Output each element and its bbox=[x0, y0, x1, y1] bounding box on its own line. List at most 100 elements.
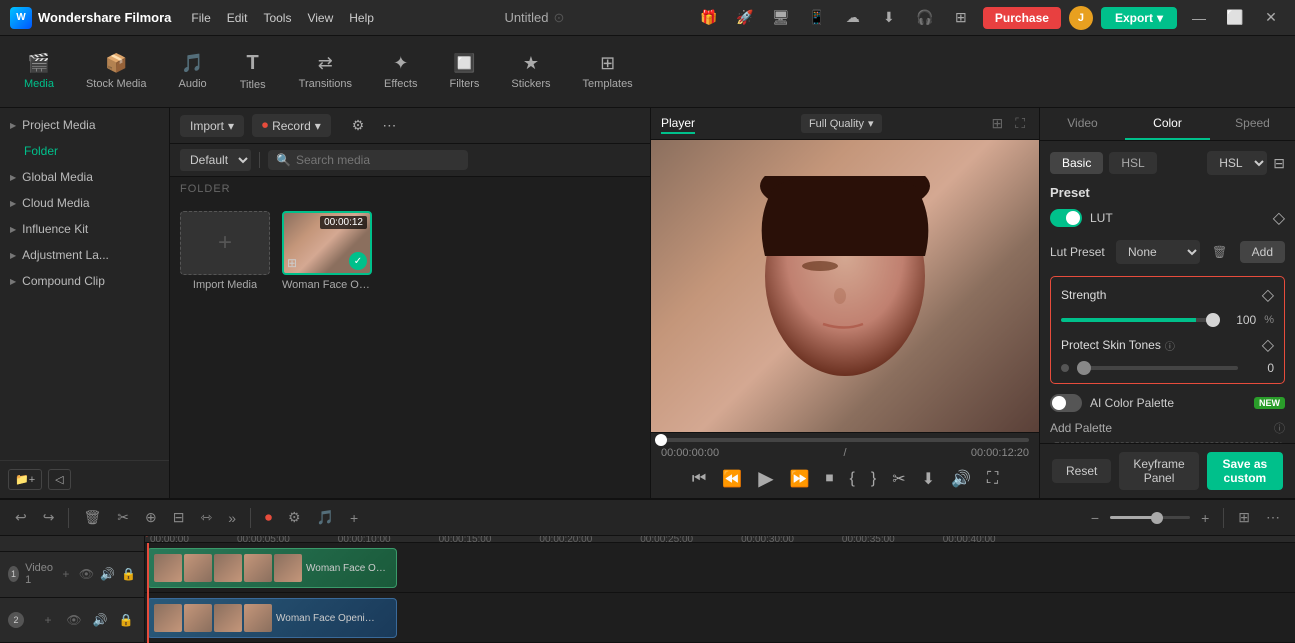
delete-button[interactable]: 🗑 bbox=[78, 506, 106, 529]
add-track-button[interactable]: + bbox=[345, 507, 363, 529]
zoom-in-button[interactable]: + bbox=[1196, 507, 1214, 529]
list-item[interactable]: 00:00:12 ⊞ ✓ Woman Face Opening... bbox=[282, 211, 372, 291]
redo-button[interactable]: ↪ bbox=[38, 506, 60, 529]
grid-icon[interactable]: ⊞ bbox=[947, 4, 975, 32]
sidebar-item-project-media[interactable]: ▶ Project Media bbox=[0, 112, 169, 138]
more-options-icon[interactable]: ⋯ bbox=[377, 115, 401, 136]
track-lock-button-1[interactable]: 🔒 bbox=[121, 564, 136, 584]
lut-toggle[interactable] bbox=[1050, 209, 1082, 227]
gift-icon[interactable]: 🎁 bbox=[695, 4, 723, 32]
track-eye-button-1[interactable]: 👁 bbox=[79, 564, 94, 584]
tool-stickers[interactable]: ★ Stickers bbox=[497, 47, 564, 96]
layout-button[interactable]: ⊞ bbox=[1233, 506, 1255, 529]
rocket-icon[interactable]: 🚀 bbox=[731, 4, 759, 32]
video-clip-2[interactable]: Woman Face Opening Eyes Girl - Stock Vi.… bbox=[147, 598, 397, 638]
maximize-button[interactable]: ⬜ bbox=[1221, 4, 1249, 32]
tool-filters[interactable]: 🔲 Filters bbox=[435, 47, 493, 96]
filter-icon[interactable]: ⚙ bbox=[347, 115, 370, 136]
expand-button[interactable]: ⛶ bbox=[983, 468, 1002, 490]
tab-color[interactable]: Color bbox=[1125, 108, 1210, 140]
options-button[interactable]: ⋯ bbox=[1261, 506, 1285, 529]
tab-speed[interactable]: Speed bbox=[1210, 108, 1295, 140]
playhead[interactable] bbox=[147, 543, 149, 643]
extract-button[interactable]: ✂ bbox=[888, 467, 909, 491]
download-icon[interactable]: ⬇ bbox=[875, 4, 903, 32]
menu-edit[interactable]: Edit bbox=[227, 11, 248, 25]
settings-button[interactable]: ⚙ bbox=[283, 506, 306, 529]
purchase-button[interactable]: Purchase bbox=[983, 7, 1061, 29]
menu-help[interactable]: Help bbox=[349, 11, 374, 25]
track-lock-button-2[interactable]: 🔒 bbox=[116, 610, 136, 630]
ripple-button[interactable]: ⇿ bbox=[195, 506, 217, 529]
tool-templates[interactable]: ⊞ Templates bbox=[569, 47, 647, 96]
add-to-timeline-button[interactable]: ⬇ bbox=[918, 467, 939, 491]
add-lut-button[interactable]: Add bbox=[1240, 241, 1285, 263]
crop-button[interactable]: ✂ bbox=[112, 506, 134, 529]
track-mute-button-2[interactable]: 🔊 bbox=[90, 610, 110, 630]
user-avatar[interactable]: J bbox=[1069, 6, 1093, 30]
protect-keyframe-button[interactable]: ◇ bbox=[1262, 335, 1274, 355]
split-view-button[interactable]: ⊟ bbox=[1273, 155, 1285, 172]
tool-titles[interactable]: T Titles bbox=[225, 46, 281, 97]
undo-button[interactable]: ↩ bbox=[10, 506, 32, 529]
track-eye-button-2[interactable]: 👁 bbox=[64, 610, 84, 630]
menu-view[interactable]: View bbox=[307, 11, 333, 25]
export-button[interactable]: Export ▾ bbox=[1101, 7, 1177, 29]
sidebar-item-folder[interactable]: Folder bbox=[0, 138, 169, 164]
record-timeline-button[interactable]: ⏺ bbox=[260, 506, 277, 529]
menu-file[interactable]: File bbox=[191, 11, 210, 25]
tab-player[interactable]: Player bbox=[661, 114, 695, 134]
tool-stock-media[interactable]: 📦 Stock Media bbox=[72, 47, 161, 96]
import-button[interactable]: Import ▾ bbox=[180, 115, 244, 137]
video-thumb[interactable]: 00:00:12 ⊞ ✓ bbox=[282, 211, 372, 275]
sort-select[interactable]: Default bbox=[180, 149, 251, 171]
reset-button[interactable]: Reset bbox=[1052, 459, 1111, 483]
zoom-slider[interactable] bbox=[1110, 516, 1190, 519]
track-add-button-2[interactable]: + bbox=[38, 610, 58, 630]
grid-view-button[interactable]: ⊞ bbox=[987, 113, 1007, 134]
progress-bar[interactable] bbox=[661, 438, 1029, 442]
phone-icon[interactable]: 📱 bbox=[803, 4, 831, 32]
import-media-thumb[interactable]: + bbox=[180, 211, 270, 275]
cloud-icon[interactable]: ☁ bbox=[839, 4, 867, 32]
protect-slider[interactable] bbox=[1077, 366, 1238, 370]
track-mute-button-1[interactable]: 🔊 bbox=[100, 564, 115, 584]
sidebar-item-influence-kit[interactable]: ▶ Influence Kit bbox=[0, 216, 169, 242]
keyframe-panel-button[interactable]: Keyframe Panel bbox=[1119, 452, 1198, 490]
quality-select[interactable]: Full Quality ▾ bbox=[801, 114, 882, 133]
screen-icon[interactable]: 🖥 bbox=[767, 4, 795, 32]
more-tools-button[interactable]: » bbox=[223, 507, 241, 529]
lut-keyframe-button[interactable]: ◇ bbox=[1273, 208, 1285, 228]
lut-preset-select[interactable]: None bbox=[1116, 240, 1200, 264]
step-back-button[interactable]: ⏪ bbox=[718, 467, 746, 491]
search-input[interactable] bbox=[296, 153, 460, 167]
stop-button[interactable]: ⏹ bbox=[822, 468, 838, 490]
tab-video[interactable]: Video bbox=[1040, 108, 1125, 140]
audio-btn[interactable]: 🔊 bbox=[947, 467, 975, 491]
panel-collapse-button[interactable]: ◁ bbox=[48, 469, 70, 490]
tool-media[interactable]: 🎬 Media bbox=[10, 47, 68, 96]
record-button[interactable]: ⏺ Record ▾ bbox=[252, 114, 331, 137]
hsl-dropdown[interactable]: HSL bbox=[1207, 151, 1267, 175]
list-item[interactable]: + Import Media bbox=[180, 211, 270, 291]
color-tab-basic[interactable]: Basic bbox=[1050, 152, 1103, 174]
tool-effects[interactable]: ✦ Effects bbox=[370, 47, 431, 96]
headset-icon[interactable]: 🎧 bbox=[911, 4, 939, 32]
sidebar-item-global-media[interactable]: ▶ Global Media bbox=[0, 164, 169, 190]
fullscreen-button[interactable]: ⛶ bbox=[1011, 113, 1029, 134]
step-forward-button[interactable]: ⏩ bbox=[786, 467, 814, 491]
sidebar-item-cloud-media[interactable]: ▶ Cloud Media bbox=[0, 190, 169, 216]
mark-out-button[interactable]: } bbox=[867, 468, 880, 490]
split-clip-button[interactable]: ⊟ bbox=[168, 506, 190, 529]
mark-in-button[interactable]: { bbox=[846, 468, 859, 490]
tool-transitions[interactable]: ⇄ Transitions bbox=[285, 47, 366, 96]
sidebar-item-compound[interactable]: ▶ Compound Clip bbox=[0, 268, 169, 294]
delete-lut-button[interactable]: 🗑 bbox=[1206, 238, 1234, 266]
save-as-custom-button[interactable]: Save as custom bbox=[1207, 452, 1283, 490]
close-button[interactable]: ✕ bbox=[1257, 4, 1285, 32]
minimize-button[interactable]: — bbox=[1185, 4, 1213, 32]
zoom-out-button[interactable]: − bbox=[1086, 507, 1104, 529]
strength-slider[interactable] bbox=[1061, 318, 1220, 322]
sidebar-item-adjustment[interactable]: ▶ Adjustment La... bbox=[0, 242, 169, 268]
color-tab-hsl[interactable]: HSL bbox=[1109, 152, 1156, 174]
